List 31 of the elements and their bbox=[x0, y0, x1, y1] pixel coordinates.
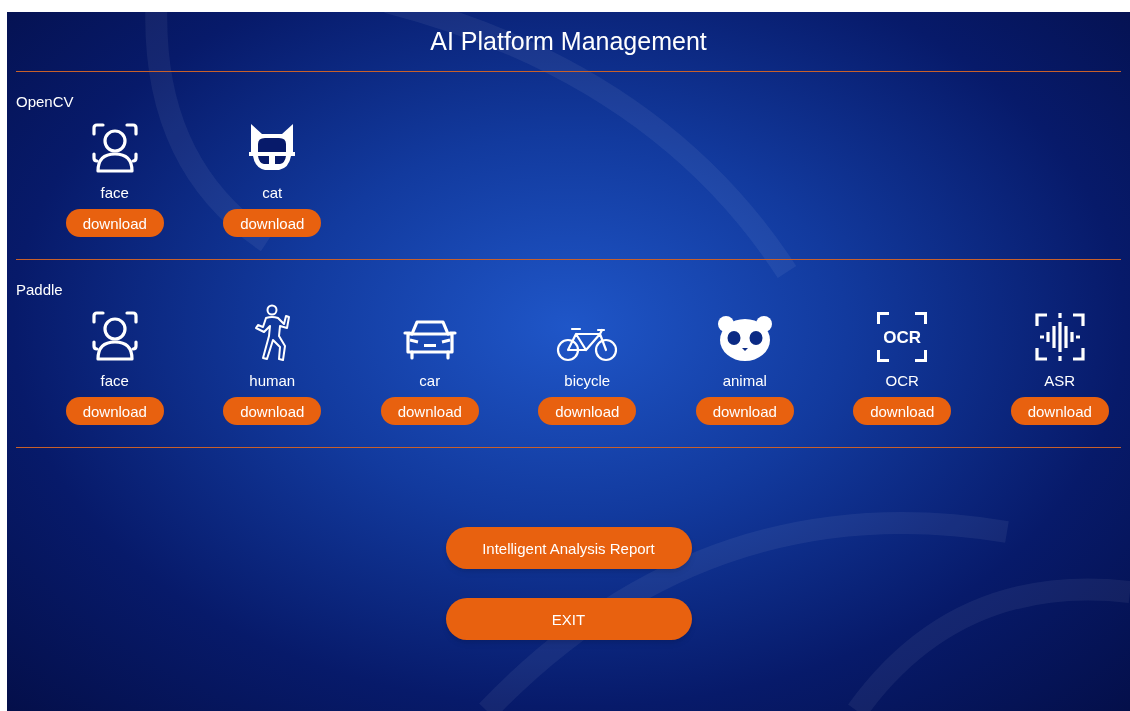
model-label: face bbox=[100, 185, 129, 200]
download-button[interactable]: download bbox=[65, 397, 164, 425]
walking-person-icon bbox=[252, 304, 293, 362]
sound-wave-icon bbox=[1033, 312, 1086, 362]
model-label: animal bbox=[722, 373, 767, 388]
download-button[interactable]: download bbox=[223, 209, 322, 237]
download-button[interactable]: download bbox=[1010, 397, 1109, 425]
face-scan-icon bbox=[89, 122, 140, 174]
download-button[interactable]: download bbox=[853, 397, 952, 425]
exit-button[interactable]: EXIT bbox=[445, 598, 692, 640]
download-button[interactable]: download bbox=[380, 397, 479, 425]
model-label: car bbox=[419, 373, 441, 388]
download-button[interactable]: download bbox=[223, 397, 322, 425]
model-label: ASR bbox=[1044, 373, 1076, 388]
model-label: human bbox=[249, 373, 296, 388]
bicycle-icon bbox=[556, 326, 619, 362]
section-label: OpenCV bbox=[16, 94, 75, 112]
page-title: AI Platform Management bbox=[430, 29, 707, 54]
model-label: OCR bbox=[885, 373, 919, 388]
face-scan-icon bbox=[89, 310, 140, 362]
download-button[interactable]: download bbox=[538, 397, 637, 425]
panda-icon bbox=[716, 314, 773, 362]
download-button[interactable]: download bbox=[65, 209, 164, 237]
car-icon bbox=[401, 318, 458, 362]
model-label: bicycle bbox=[564, 373, 611, 388]
ocr-scan-icon: OCR bbox=[877, 312, 928, 362]
model-label: face bbox=[100, 373, 129, 388]
model-label: cat bbox=[262, 185, 283, 200]
report-button[interactable]: Intelligent Analysis Report bbox=[445, 527, 692, 569]
download-button[interactable]: download bbox=[695, 397, 794, 425]
section-label: Paddle bbox=[16, 282, 64, 300]
